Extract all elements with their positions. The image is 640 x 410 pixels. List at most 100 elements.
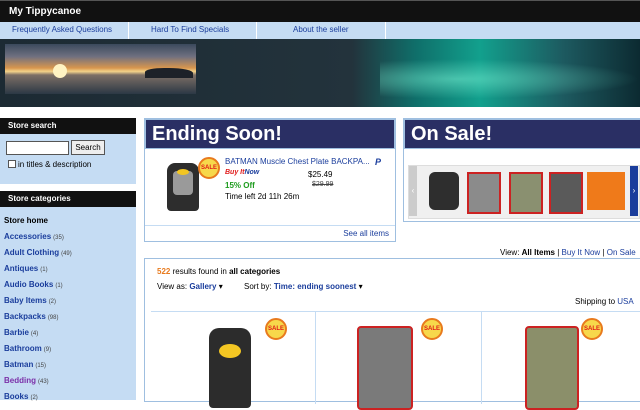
- category-list: Store home Accessories (35) Adult Clothin…: [4, 213, 72, 405]
- category-link[interactable]: Baby Items: [4, 296, 47, 305]
- sort-by-control: Sort by: Time: ending soonest ▾: [244, 282, 363, 291]
- category-item[interactable]: Books (2): [4, 389, 72, 405]
- category-link[interactable]: Bedding: [4, 376, 36, 385]
- store-title: My Tippycanoe: [9, 6, 82, 17]
- store-categories-box: Store categories Store home Accessories(…: [0, 191, 136, 401]
- shipping-country-link[interactable]: USA: [617, 297, 633, 306]
- category-item[interactable]: Audio Books (1): [4, 277, 72, 293]
- view-label: View:: [500, 248, 520, 257]
- category-item[interactable]: Barbie (4): [4, 325, 72, 341]
- item-title-link[interactable]: BATMAN Muscle Chest Plate BACKPA...: [225, 157, 370, 166]
- percent-off: 15% Off: [225, 181, 255, 190]
- result-image[interactable]: [209, 328, 251, 408]
- category-item[interactable]: Bathroom (9): [4, 341, 72, 357]
- item-price: $25.49: [308, 170, 333, 179]
- view-buy-it-now-link[interactable]: Buy It Now: [562, 248, 601, 257]
- carousel-thumb[interactable]: [509, 172, 543, 214]
- category-count: (43): [38, 379, 49, 385]
- category-link[interactable]: Batman: [4, 360, 33, 369]
- results-found-text: results found in: [170, 267, 230, 276]
- carousel-thumb[interactable]: [549, 172, 583, 214]
- category-link[interactable]: Accessories: [4, 232, 51, 241]
- on-sale-panel: On Sale! ‹ ›: [403, 118, 640, 222]
- carousel-thumb[interactable]: [467, 172, 501, 214]
- category-link[interactable]: Audio Books: [4, 280, 53, 289]
- category-count: (1): [55, 283, 63, 289]
- category-item[interactable]: Antiques (1): [4, 261, 72, 277]
- results-number: 522: [157, 267, 171, 276]
- nav-divider: [385, 22, 386, 39]
- view-as-dropdown[interactable]: Gallery: [189, 282, 216, 291]
- sort-by-dropdown[interactable]: Time: ending soonest: [274, 282, 357, 291]
- view-filter: View: All Items | Buy It Now | On Sale: [500, 248, 636, 257]
- category-item[interactable]: Backpacks (98): [4, 309, 72, 325]
- nav-about-link[interactable]: About the seller: [293, 25, 349, 34]
- category-item[interactable]: Batman (15): [4, 357, 72, 373]
- carousel-thumb[interactable]: [587, 172, 625, 210]
- category-count: (1): [40, 267, 48, 273]
- search-button[interactable]: Search: [71, 140, 105, 155]
- result-item[interactable]: SALE: [151, 312, 316, 408]
- category-count: (98): [47, 315, 59, 321]
- carousel-thumb[interactable]: [429, 172, 459, 210]
- see-all-bar: See all items: [145, 225, 395, 242]
- category-item[interactable]: Bedding (43): [4, 373, 72, 389]
- results-panel: 522 results found in all categories View…: [144, 258, 640, 410]
- category-link[interactable]: Barbie: [4, 328, 29, 337]
- titles-description-label: in titles & description: [18, 160, 92, 169]
- sale-badge: SALE: [581, 318, 603, 340]
- result-image[interactable]: [525, 326, 579, 410]
- see-all-items-link[interactable]: See all items: [343, 229, 389, 238]
- ending-soon-heading: Ending Soon!: [145, 119, 395, 149]
- paypal-icon: P: [375, 157, 382, 167]
- nav-divider: [256, 22, 257, 39]
- carousel-left-arrow[interactable]: ‹: [409, 166, 417, 216]
- result-item[interactable]: SALE: [483, 312, 640, 410]
- nav-specials-link[interactable]: Hard To Find Specials: [151, 25, 229, 34]
- buy-it-now-logo: Buy ItNow: [225, 169, 259, 176]
- store-search-heading: Store search: [0, 118, 136, 134]
- search-input[interactable]: [6, 141, 69, 155]
- store-header: My Tippycanoe: [0, 0, 640, 23]
- category-count: (35): [53, 235, 64, 241]
- bat-logo-icon: [219, 344, 241, 358]
- shipping-to: Shipping to USA: [575, 297, 634, 306]
- sort-by-label: Sort by:: [244, 282, 272, 291]
- time-left: Time left 2d 11h 26m: [225, 192, 300, 201]
- sun-shape: [53, 64, 67, 78]
- sale-badge: SALE: [265, 318, 287, 340]
- chevron-down-icon[interactable]: ▾: [219, 282, 223, 291]
- category-link[interactable]: Backpacks: [4, 312, 46, 321]
- category-count: (49): [61, 251, 72, 257]
- carousel-right-arrow[interactable]: ›: [630, 166, 638, 216]
- results-grid: SALE SALE SALE: [151, 311, 640, 410]
- category-store-home[interactable]: Store home: [4, 213, 72, 229]
- category-link[interactable]: Antiques: [4, 264, 38, 273]
- sunset-image: [5, 44, 196, 94]
- category-item[interactable]: Adult Clothing (49): [4, 245, 72, 261]
- category-item[interactable]: Accessories (35): [4, 229, 72, 245]
- now-text: Now: [244, 169, 260, 176]
- result-item[interactable]: SALE: [317, 312, 482, 410]
- category-link[interactable]: Adult Clothing: [4, 248, 59, 257]
- category-count: (9): [43, 347, 52, 353]
- chevron-down-icon[interactable]: ▾: [359, 282, 363, 291]
- titles-description-checkbox[interactable]: [8, 160, 16, 168]
- view-all-items[interactable]: All Items: [522, 248, 555, 257]
- nav-faq-link[interactable]: Frequently Asked Questions: [12, 25, 112, 34]
- category-count: (15): [35, 363, 47, 369]
- shipping-label: Shipping to: [575, 297, 616, 306]
- category-count: (2): [30, 395, 38, 401]
- view-as-control: View as: Gallery ▾: [157, 282, 223, 291]
- bat-logo-icon: [177, 169, 189, 175]
- view-on-sale-link[interactable]: On Sale: [607, 248, 636, 257]
- results-count: 522 results found in all categories: [157, 267, 280, 276]
- result-image[interactable]: [357, 326, 413, 410]
- sale-badge: SALE: [198, 157, 220, 179]
- category-item[interactable]: Baby Items (2): [4, 293, 72, 309]
- on-sale-heading: On Sale!: [404, 119, 640, 149]
- store-search-box: Store search Search in titles & descript…: [0, 118, 136, 184]
- category-link[interactable]: Bathroom: [4, 344, 42, 353]
- store-categories-heading: Store categories: [0, 191, 136, 207]
- original-price: $29.99: [312, 181, 334, 188]
